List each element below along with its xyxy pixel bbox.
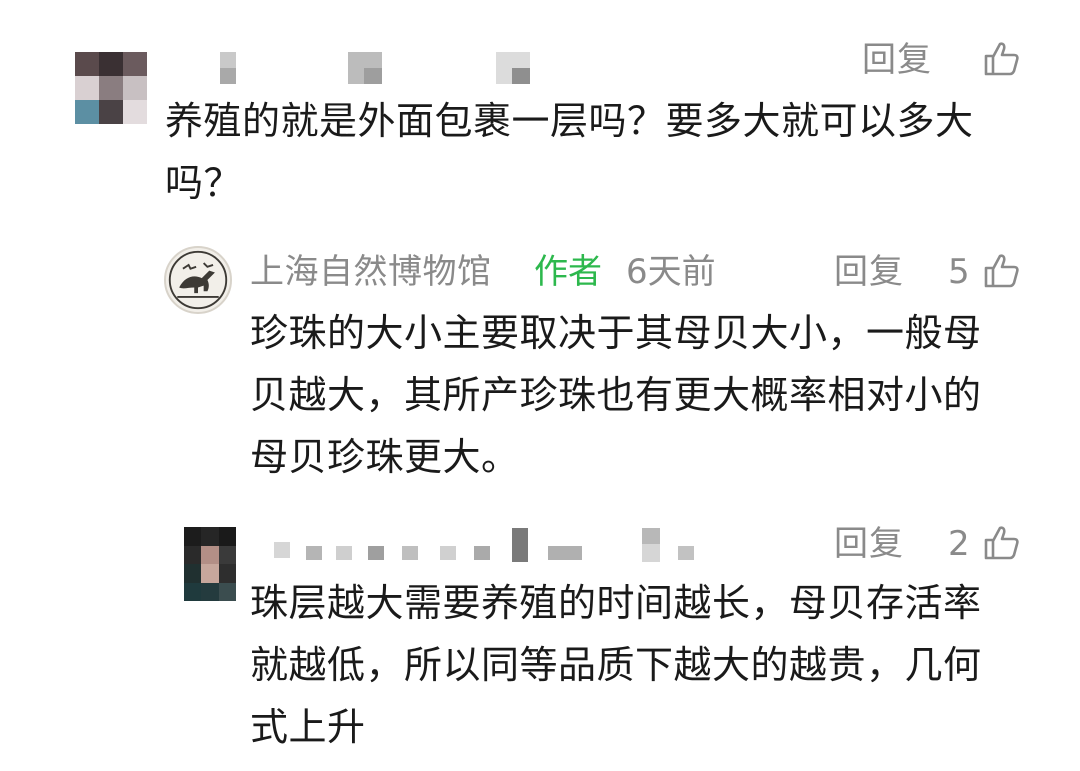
author-badge: 作者: [534, 252, 602, 292]
thumbs-up-icon[interactable]: [982, 40, 1020, 78]
comment-text: 养殖的就是外面包裹一层吗？要多大就可以多大吗？: [165, 99, 974, 205]
author-name[interactable]: 上海自然博物馆: [250, 252, 492, 292]
reply-button[interactable]: 回复: [834, 524, 904, 564]
thumbs-up-icon[interactable]: [982, 252, 1020, 290]
museum-logo-avatar[interactable]: [164, 246, 232, 314]
avatar[interactable]: [75, 52, 147, 124]
thumbs-up-icon[interactable]: [982, 524, 1020, 562]
avatar[interactable]: [184, 527, 236, 601]
comment-text: 珍珠的大小主要取决于其母贝大小，一般母贝越大，其所产珍珠也有更大概率相对小的母贝…: [250, 311, 982, 479]
dinosaur-icon: [168, 250, 228, 310]
like-count: 2: [948, 524, 970, 564]
like-count: 5: [948, 252, 970, 292]
timestamp: 6天前: [626, 252, 716, 292]
reply-button[interactable]: 回复: [862, 40, 932, 80]
comment-text: 珠层越大需要养殖的时间越长，母贝存活率就越低，所以同等品质下越大的越贵，几何式上…: [250, 581, 982, 749]
reply-button[interactable]: 回复: [834, 252, 904, 292]
